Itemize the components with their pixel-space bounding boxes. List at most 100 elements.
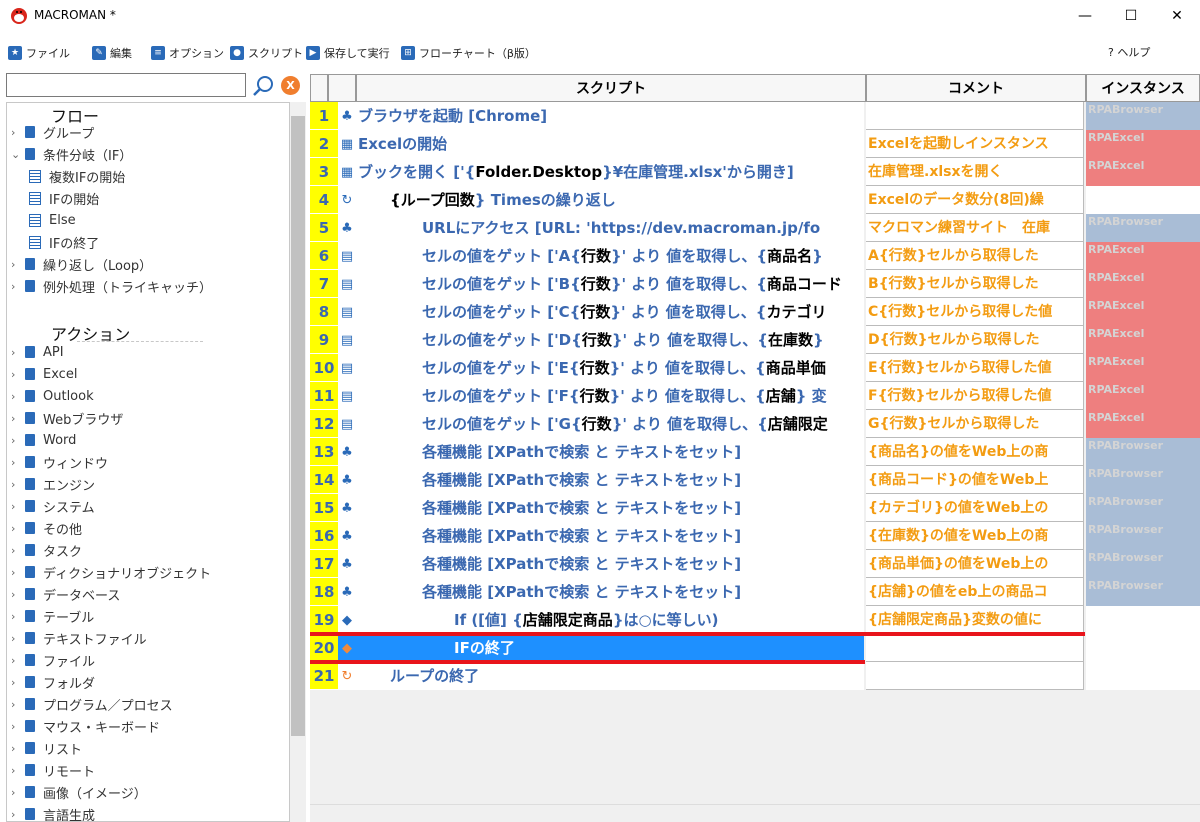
menu-item-0[interactable]: ★ ファイル xyxy=(8,44,70,62)
tree-item-action[interactable]: › プログラム／プロセス xyxy=(11,693,173,715)
chevron-icon[interactable]: › xyxy=(11,588,25,601)
tree-item-action[interactable]: › フォルダ xyxy=(11,671,95,693)
comment-cell[interactable] xyxy=(866,634,1084,662)
comment-cell[interactable]: G{行数}セルから取得した xyxy=(866,410,1084,438)
script-row[interactable]: 15 ♣ 各種機能 [XPathで検索 と テキストをセット] {カテゴリ}の値をWe… xyxy=(310,494,1200,522)
tree-item-action[interactable]: › テキストファイル xyxy=(11,627,147,649)
script-step[interactable]: ブックを開く ['{Folder.Desktop}¥在庫管理.xlsx'から開き… xyxy=(356,158,864,186)
instance-cell[interactable]: RPABrowser xyxy=(1086,466,1200,494)
chevron-icon[interactable]: › xyxy=(11,786,25,799)
tree-item-action[interactable]: › システム xyxy=(11,495,95,517)
script-step[interactable]: If ([値] {店舗限定商品}は○に等しい) xyxy=(356,606,864,634)
script-row[interactable]: 13 ♣ 各種機能 [XPathで検索 と テキストをセット] {商品名}の値をWeb… xyxy=(310,438,1200,466)
tree-item-flow[interactable]: › 例外処理（トライキャッチ） xyxy=(11,275,212,297)
script-step[interactable]: 各種機能 [XPathで検索 と テキストをセット] xyxy=(356,466,864,494)
instance-cell[interactable]: RPABrowser xyxy=(1086,494,1200,522)
menu-item-2[interactable]: ≡ オプション xyxy=(151,44,224,62)
chevron-icon[interactable]: › xyxy=(11,544,25,557)
script-step[interactable]: ループの終了 xyxy=(356,662,864,690)
script-row[interactable]: 19 ◆ If ([値] {店舗限定商品}は○に等しい) {店舗限定商品}変数の値に xyxy=(310,606,1200,634)
menu-item-4[interactable]: ▶ 保存して実行 xyxy=(306,44,390,62)
script-step[interactable]: 各種機能 [XPathで検索 と テキストをセット] xyxy=(356,494,864,522)
tree-item-flow[interactable]: › 繰り返し（Loop） xyxy=(11,253,152,275)
tree-item-action[interactable]: › マウス・キーボード xyxy=(11,715,160,737)
tree-scroll-thumb[interactable] xyxy=(291,116,305,736)
script-step[interactable]: 各種機能 [XPathで検索 と テキストをセット] xyxy=(356,522,864,550)
chevron-icon[interactable]: › xyxy=(11,522,25,535)
tree-item-action[interactable]: › データベース xyxy=(11,583,120,605)
comment-cell[interactable]: {商品コード}の値をWeb上 xyxy=(866,466,1084,494)
comment-cell[interactable]: Excelを起動しインスタンス xyxy=(866,130,1084,158)
tree-item-flow[interactable]: IFの開始 xyxy=(29,187,99,209)
script-row[interactable]: 2 ▦ Excelの開始 Excelを起動しインスタンス RPAExcel xyxy=(310,130,1200,158)
script-row[interactable]: 10 ▤ セルの値をゲット ['E{行数}' より 値を取得し、{商品単価 E{行数}… xyxy=(310,354,1200,382)
instance-cell[interactable]: RPAExcel xyxy=(1086,354,1200,382)
script-row[interactable]: 9 ▤ セルの値をゲット ['D{行数}' より 値を取得し、{在庫数} D{行数}セ… xyxy=(310,326,1200,354)
instance-cell[interactable] xyxy=(1086,634,1200,662)
tree-item-action[interactable]: › リスト xyxy=(11,737,82,759)
maximize-button[interactable]: ☐ xyxy=(1108,0,1154,32)
script-step[interactable]: URLにアクセス [URL: 'https://dev.macroman.jp/… xyxy=(356,214,864,242)
script-step[interactable]: セルの値をゲット ['E{行数}' より 値を取得し、{商品単価 xyxy=(356,354,864,382)
tree-item-action[interactable]: › ファイル xyxy=(11,649,95,671)
script-column-header[interactable]: スクリプト xyxy=(356,74,866,102)
tree-item-action[interactable]: › ウィンドウ xyxy=(11,451,108,473)
tree-item-flow[interactable]: IFの終了 xyxy=(29,231,99,253)
script-row[interactable]: 5 ♣ URLにアクセス [URL: 'https://dev.macroman.j… xyxy=(310,214,1200,242)
script-step[interactable]: ブラウザを起動 [Chrome] xyxy=(356,102,864,130)
comment-cell[interactable]: {店舗}の値をeb上の商品コ xyxy=(866,578,1084,606)
tree-item-action[interactable]: › Outlook xyxy=(11,385,94,407)
script-row[interactable]: 7 ▤ セルの値をゲット ['B{行数}' より 値を取得し、{商品コード B{行数}… xyxy=(310,270,1200,298)
chevron-icon[interactable]: › xyxy=(11,720,25,733)
script-step[interactable]: {ループ回数} Timesの繰り返し xyxy=(356,186,864,214)
script-step[interactable]: セルの値をゲット ['C{行数}' より 値を取得し、{カテゴリ xyxy=(356,298,864,326)
comment-cell[interactable]: {カテゴリ}の値をWeb上の xyxy=(866,494,1084,522)
instance-cell[interactable]: RPAExcel xyxy=(1086,298,1200,326)
script-row[interactable]: 6 ▤ セルの値をゲット ['A{行数}' より 値を取得し、{商品名} A{行数}セ… xyxy=(310,242,1200,270)
script-row[interactable]: 18 ♣ 各種機能 [XPathで検索 と テキストをセット] {店舗}の値をeb上の… xyxy=(310,578,1200,606)
chevron-icon[interactable]: › xyxy=(11,808,25,821)
tree-item-action[interactable]: › ディクショナリオブジェクト xyxy=(11,561,211,583)
comment-cell[interactable]: {在庫数}の値をWeb上の商 xyxy=(866,522,1084,550)
horizontal-scrollbar[interactable] xyxy=(310,804,1200,822)
instance-column-header[interactable]: インスタンス xyxy=(1086,74,1200,102)
comment-cell[interactable]: {商品単価}の値をWeb上の xyxy=(866,550,1084,578)
chevron-icon[interactable]: › xyxy=(11,764,25,777)
minimize-button[interactable]: — xyxy=(1062,0,1108,32)
chevron-icon[interactable]: › xyxy=(11,610,25,623)
script-row[interactable]: 1 ♣ ブラウザを起動 [Chrome] RPABrowser xyxy=(310,102,1200,130)
tree-item-action[interactable]: › Webブラウザ xyxy=(11,407,123,429)
tree-item-flow[interactable]: Else xyxy=(29,209,76,231)
comment-cell[interactable]: {店舗限定商品}変数の値に xyxy=(866,606,1084,634)
tree-item-flow[interactable]: 複数IFの開始 xyxy=(29,165,125,187)
instance-cell[interactable] xyxy=(1086,662,1200,690)
chevron-icon[interactable]: › xyxy=(11,126,25,139)
instance-cell[interactable]: RPABrowser xyxy=(1086,550,1200,578)
chevron-icon[interactable]: › xyxy=(11,434,25,447)
chevron-icon[interactable]: › xyxy=(11,500,25,513)
script-step[interactable]: Excelの開始 xyxy=(356,130,864,158)
script-row[interactable]: 3 ▦ ブックを開く ['{Folder.Desktop}¥在庫管理.xlsx'から… xyxy=(310,158,1200,186)
chevron-icon[interactable]: › xyxy=(11,676,25,689)
chevron-icon[interactable]: › xyxy=(11,632,25,645)
chevron-icon[interactable]: › xyxy=(11,478,25,491)
search-input[interactable] xyxy=(6,73,246,97)
comment-cell[interactable]: Excelのデータ数分(8回)繰 xyxy=(866,186,1084,214)
instance-cell[interactable]: RPABrowser xyxy=(1086,522,1200,550)
tree-item-action[interactable]: › タスク xyxy=(11,539,82,561)
tree-item-action[interactable]: › テーブル xyxy=(11,605,94,627)
search-icon[interactable] xyxy=(251,74,275,98)
chevron-icon[interactable]: › xyxy=(11,390,25,403)
script-step[interactable]: 各種機能 [XPathで検索 と テキストをセット] xyxy=(356,550,864,578)
comment-cell[interactable]: D{行数}セルから取得した xyxy=(866,326,1084,354)
instance-cell[interactable] xyxy=(1086,606,1200,634)
instance-cell[interactable]: RPABrowser xyxy=(1086,578,1200,606)
menu-item-1[interactable]: ✎ 編集 xyxy=(92,44,132,62)
comment-cell[interactable] xyxy=(866,662,1084,690)
tree-item-flow[interactable]: ⌄ 条件分岐（IF） xyxy=(11,143,132,165)
tree-item-action[interactable]: › その他 xyxy=(11,517,82,539)
chevron-icon[interactable]: › xyxy=(11,742,25,755)
script-row[interactable]: 20 ◆ IFの終了 xyxy=(310,634,1200,662)
chevron-icon[interactable]: ⌄ xyxy=(11,148,25,161)
script-row[interactable]: 17 ♣ 各種機能 [XPathで検索 と テキストをセット] {商品単価}の値をWe… xyxy=(310,550,1200,578)
